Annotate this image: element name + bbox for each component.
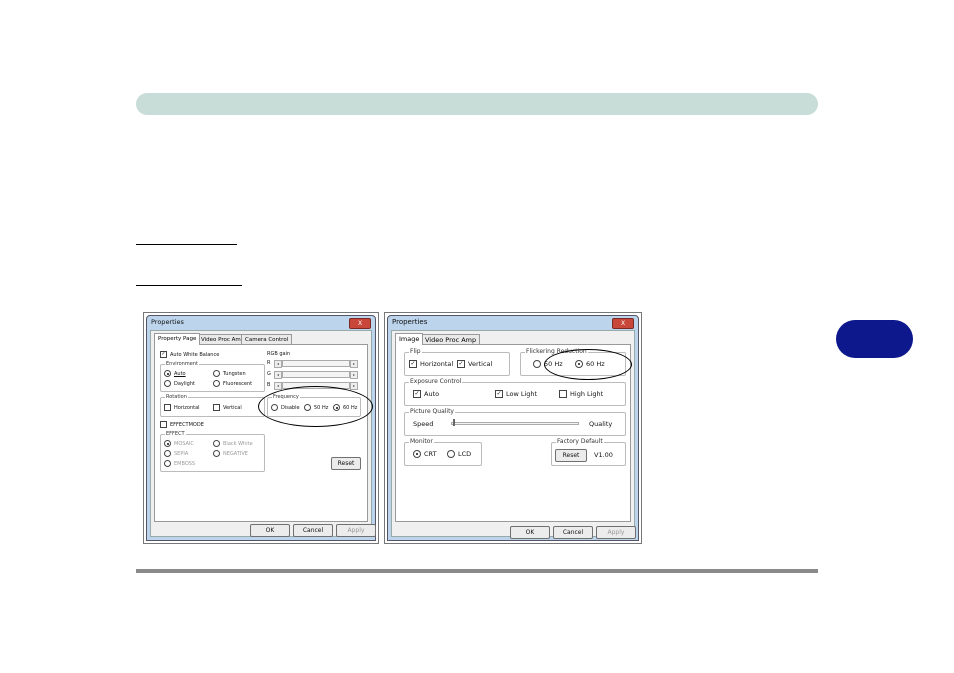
header-bar xyxy=(136,93,818,115)
dialog-title: Properties xyxy=(151,318,184,326)
env-fluorescent-radio[interactable]: Fluorescent xyxy=(213,380,252,388)
picture-quality-slider[interactable] xyxy=(451,422,579,425)
exposure-low-light-checkbox[interactable]: ✓ Low Light xyxy=(495,390,537,399)
exposure-high-light-checkbox[interactable]: High Light xyxy=(559,390,603,399)
speed-label: Speed xyxy=(413,420,434,428)
footer-line xyxy=(136,569,818,573)
r-label: R xyxy=(267,360,271,366)
rotation-horizontal-checkbox[interactable]: Horizontal xyxy=(164,404,200,412)
factory-default-group: Factory Default Reset V1.00 xyxy=(551,438,626,466)
g-gain-slider[interactable] xyxy=(282,371,350,378)
env-daylight-radio[interactable]: Daylight xyxy=(164,380,195,388)
tab-image[interactable]: Image xyxy=(395,333,424,345)
arrow-right-icon[interactable]: ▸ xyxy=(350,382,358,390)
cancel-button[interactable]: Cancel xyxy=(293,524,333,537)
check-icon: ✓ xyxy=(160,351,167,358)
ok-button[interactable]: OK xyxy=(250,524,290,537)
rotation-vertical-checkbox[interactable]: Vertical xyxy=(213,404,242,412)
reset-button[interactable]: Reset xyxy=(331,457,361,470)
picture-quality-group: Picture Quality Speed Quality xyxy=(404,408,626,436)
properties-dialog-left: Properties X Property Page Video Proc Am… xyxy=(146,315,376,541)
tab-property-page[interactable]: Property Page xyxy=(154,333,201,345)
rotation-group: Rotation Horizontal Vertical xyxy=(160,393,265,417)
ok-button[interactable]: OK xyxy=(510,526,550,539)
effect-mosaic-radio[interactable]: MOSAIC xyxy=(164,440,194,448)
auto-white-balance-checkbox[interactable]: ✓ Auto White Balance xyxy=(160,351,219,359)
apply-button[interactable]: Apply xyxy=(336,524,376,537)
factory-reset-button[interactable]: Reset xyxy=(555,449,587,462)
effect-group: EFFECT MOSAIC Black White SEPIA NEGATIVE… xyxy=(160,430,265,472)
arrow-right-icon[interactable]: ▸ xyxy=(350,371,358,379)
exposure-auto-checkbox[interactable]: ✓ Auto xyxy=(413,390,439,399)
rgb-gain-label: RGB gain xyxy=(267,351,291,357)
heading-underline-1 xyxy=(136,244,237,245)
arrow-left-icon[interactable]: ◂ xyxy=(274,360,282,368)
g-label: G xyxy=(267,371,271,377)
monitor-crt-radio[interactable]: CRT xyxy=(413,450,437,459)
effect-black-white-radio[interactable]: Black White xyxy=(213,440,253,448)
env-tungsten-radio[interactable]: Tungsten xyxy=(213,370,246,378)
close-button[interactable]: X xyxy=(349,318,371,329)
effect-emboss-radio[interactable]: EMBOSS xyxy=(164,460,195,468)
version-label: V1.00 xyxy=(594,451,613,459)
slider-thumb[interactable] xyxy=(453,419,455,426)
heading-underline-2 xyxy=(136,285,242,286)
exposure-control-group: Exposure Control ✓ Auto ✓ Low Light High L… xyxy=(404,378,626,406)
dialog-title: Properties xyxy=(392,318,428,326)
environment-group: Environment Auto Tungsten Daylight Fluor… xyxy=(160,360,265,392)
close-button[interactable]: X xyxy=(612,318,634,329)
highlight-ellipse xyxy=(258,386,373,427)
r-gain-slider[interactable] xyxy=(282,360,350,367)
flip-group: Flip ✓ Horizontal ✓ Vertical xyxy=(404,348,510,376)
arrow-left-icon[interactable]: ◂ xyxy=(274,371,282,379)
arrow-left-icon[interactable]: ◂ xyxy=(274,382,282,390)
flip-vertical-checkbox[interactable]: ✓ Vertical xyxy=(457,360,492,369)
effect-negative-radio[interactable]: NEGATIVE xyxy=(213,450,248,458)
highlight-ellipse xyxy=(544,349,632,380)
quality-label: Quality xyxy=(589,420,613,428)
monitor-lcd-radio[interactable]: LCD xyxy=(447,450,471,459)
env-auto-radio[interactable]: Auto xyxy=(164,370,186,378)
cancel-button[interactable]: Cancel xyxy=(553,526,593,539)
left-screenshot: Properties X Property Page Video Proc Am… xyxy=(143,312,379,544)
chapter-tab xyxy=(836,320,913,358)
effectmode-checkbox[interactable]: EFFECTMODE xyxy=(160,421,204,429)
apply-button[interactable]: Apply xyxy=(596,526,636,539)
monitor-group: Monitor CRT LCD xyxy=(404,438,482,466)
flip-horizontal-checkbox[interactable]: ✓ Horizontal xyxy=(409,360,453,369)
arrow-right-icon[interactable]: ▸ xyxy=(350,360,358,368)
dialog-client: Property Page Video Proc Amp Camera Cont… xyxy=(150,330,376,537)
property-page-panel: ✓ Auto White Balance Environment Auto Tun… xyxy=(154,344,368,522)
effect-sepia-radio[interactable]: SEPIA xyxy=(164,450,188,458)
b-label: B xyxy=(267,382,271,388)
right-screenshot: Properties X Image Video Proc Amp Flip ✓… xyxy=(384,312,642,544)
